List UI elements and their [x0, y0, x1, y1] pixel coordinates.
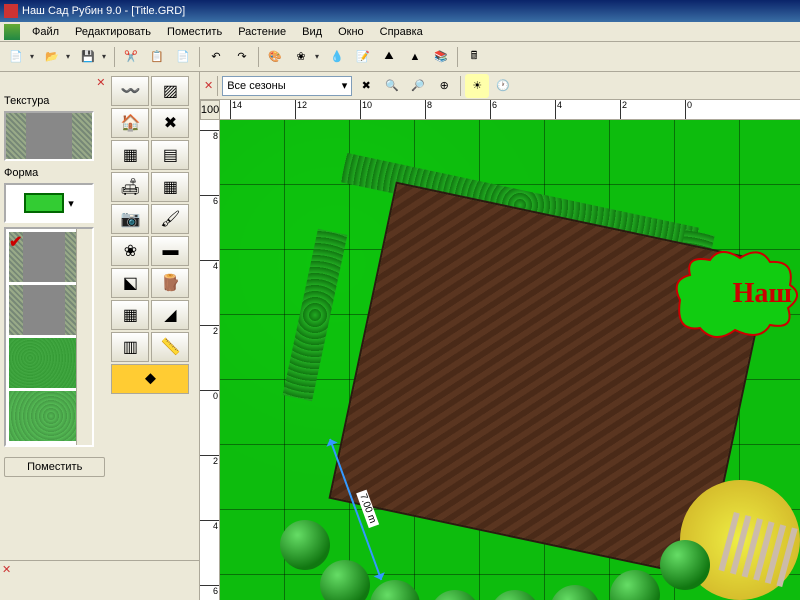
window-title: Наш Сад Рубин 9.0 - [Title.GRD]	[22, 5, 185, 17]
wall-tool[interactable]: ▦	[151, 172, 189, 202]
open-button[interactable]: 📂	[40, 45, 64, 69]
flower-tool[interactable]: ❀	[111, 236, 149, 266]
texture-preview[interactable]	[4, 111, 94, 161]
sun-button[interactable]: ☀	[465, 74, 489, 98]
canvas-area: ✕ Все сезоны ▾ ✖ 🔍 🔎 ⊕ ☀ 🕐 100 14 12 10 …	[200, 72, 800, 600]
camera-tool[interactable]: 📷	[111, 204, 149, 234]
slope-tool[interactable]: ◢	[151, 300, 189, 330]
season-selected: Все сезоны	[227, 80, 285, 92]
chevron-down-icon: ▾	[342, 79, 348, 92]
chevron-down-icon: ▾	[68, 197, 74, 210]
tree-object[interactable]	[660, 540, 710, 590]
new-button[interactable]: 📄	[4, 45, 28, 69]
note-button[interactable]: 📝	[351, 45, 375, 69]
water-button[interactable]: 💧	[325, 45, 349, 69]
gradient-tool[interactable]: ▨	[151, 76, 189, 106]
main-toolbar: 📄▾ 📂▾ 💾▾ ✂️ 📋 📄 ↶ ↷ 🎨 ❀▾ 💧 📝 ⛰ ▲ 📚 🖩	[0, 42, 800, 72]
properties-panel: ✕ Текстура Форма ▾ ✔ Поместить	[0, 72, 109, 560]
tools-button[interactable]: ✖	[354, 74, 378, 98]
flower-button[interactable]: ❀	[289, 45, 313, 69]
grid-tool[interactable]: ▦	[111, 300, 149, 330]
zoom-out-button[interactable]: 🔎	[406, 74, 430, 98]
furniture-tool[interactable]: 🛋	[111, 172, 149, 202]
measure-tool[interactable]: 📏	[151, 332, 189, 362]
close-panel-icon[interactable]: ✕	[96, 76, 105, 89]
paint-tool[interactable]: 🖌	[151, 204, 189, 234]
cut-button[interactable]: ✂️	[119, 45, 143, 69]
edge-tool[interactable]: ⬕	[111, 268, 149, 298]
texture-list[interactable]: ✔	[4, 227, 94, 447]
house-tool[interactable]: 🏠	[111, 108, 149, 138]
calc-button[interactable]: 🖩	[462, 45, 486, 69]
cloud-text: Наш	[733, 278, 792, 310]
ruler-horizontal: 14 12 10 8 6 4 2 0	[220, 100, 800, 120]
terrain-button[interactable]: ⛰	[377, 45, 401, 69]
check-icon: ✔	[9, 232, 22, 252]
shape-label: Форма	[4, 167, 105, 179]
left-panel: ✕ Текстура Форма ▾ ✔ Поместить 〰️▨	[0, 72, 200, 600]
tree-object[interactable]	[550, 585, 600, 600]
texture-thumb[interactable]: ✔	[9, 232, 79, 282]
texture-thumb[interactable]	[9, 391, 79, 441]
tool-palette: 〰️▨ 🏠✖ ▦▤ 🛋▦ 📷🖌 ❀▬ ⬕🪵 ▦◢ ▥📏 ⬥	[109, 72, 199, 560]
zoom-in-button[interactable]: 🔍	[380, 74, 404, 98]
bar-tool[interactable]: ▬	[151, 236, 189, 266]
season-dropdown[interactable]: Все сезоны ▾	[222, 76, 352, 96]
trees-group	[280, 470, 800, 600]
copy-button[interactable]: 📋	[145, 45, 169, 69]
ruler-corner[interactable]: 100	[200, 100, 220, 120]
texture-thumb[interactable]	[9, 285, 79, 335]
close-canvas-icon[interactable]: ✕	[204, 79, 213, 92]
tree-object[interactable]	[320, 560, 370, 600]
menu-view[interactable]: Вид	[294, 24, 330, 40]
path-tool[interactable]: 〰️	[111, 76, 149, 106]
shape-button[interactable]: ▲	[403, 45, 427, 69]
gradient2-tool[interactable]: ▥	[111, 332, 149, 362]
layers-button[interactable]: 📚	[429, 45, 453, 69]
time-button[interactable]: 🕐	[491, 74, 515, 98]
tree-object[interactable]	[430, 590, 480, 600]
undo-button[interactable]: ↶	[204, 45, 228, 69]
scrollbar[interactable]	[76, 229, 92, 445]
tree-object[interactable]	[490, 590, 540, 600]
texture-thumb[interactable]	[9, 338, 79, 388]
log-tool[interactable]: 🪵	[151, 268, 189, 298]
close-bottom-icon[interactable]: ✕	[2, 563, 11, 576]
doc-icon	[4, 24, 20, 40]
menu-window[interactable]: Окно	[330, 24, 372, 40]
zoom-fit-button[interactable]: ⊕	[432, 74, 456, 98]
menu-place[interactable]: Поместить	[159, 24, 230, 40]
panel-bottom: ✕	[0, 560, 199, 600]
menubar: Файл Редактировать Поместить Растение Ви…	[0, 22, 800, 42]
save-button[interactable]: 💾	[76, 45, 100, 69]
stairs-tool[interactable]: ▤	[151, 140, 189, 170]
rect-shape-icon	[24, 193, 64, 213]
tree-object[interactable]	[610, 570, 660, 600]
tree-object[interactable]	[280, 520, 330, 570]
place-button[interactable]: Поместить	[4, 457, 105, 477]
shape-selector[interactable]: ▾	[4, 183, 94, 223]
settings-tool[interactable]: ✖	[151, 108, 189, 138]
ruler-vertical: 8 6 4 2 0 2 4 6	[200, 120, 220, 600]
menu-file[interactable]: Файл	[24, 24, 67, 40]
design-canvas[interactable]: Наш 7.00 m	[220, 120, 800, 600]
canvas-toolbar: ✕ Все сезоны ▾ ✖ 🔍 🔎 ⊕ ☀ 🕐	[200, 72, 800, 100]
menu-plant[interactable]: Растение	[230, 24, 294, 40]
redo-button[interactable]: ↷	[230, 45, 254, 69]
menu-help[interactable]: Справка	[372, 24, 431, 40]
color-button[interactable]: 🎨	[263, 45, 287, 69]
paste-button[interactable]: 📄	[171, 45, 195, 69]
texture-label: Текстура	[4, 95, 105, 107]
app-icon	[4, 4, 18, 18]
sign-tool[interactable]: ⬥	[111, 364, 189, 394]
fence-tool[interactable]: ▦	[111, 140, 149, 170]
titlebar: Наш Сад Рубин 9.0 - [Title.GRD]	[0, 0, 800, 22]
menu-edit[interactable]: Редактировать	[67, 24, 159, 40]
